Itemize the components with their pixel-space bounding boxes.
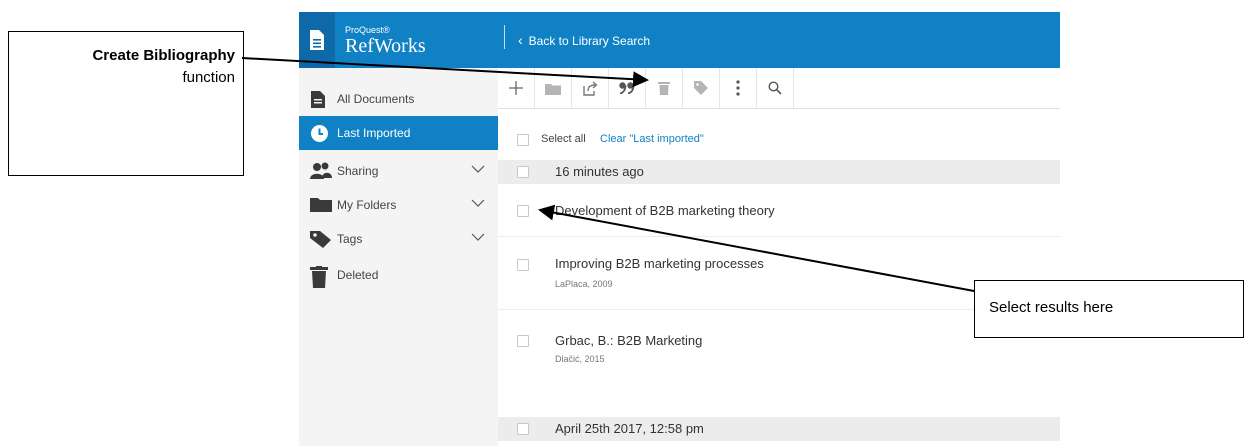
back-link-label: Back to Library Search <box>528 34 651 48</box>
annotation-bold-text: Create Bibliography <box>92 47 235 64</box>
sidebar: All Documents Last Imported Sharing My F… <box>299 68 498 446</box>
people-icon <box>310 162 332 179</box>
clock-icon <box>311 125 328 142</box>
group-checkbox[interactable] <box>517 166 529 178</box>
annotation-select-results: Select results here <box>974 280 1244 338</box>
reference-row[interactable]: Development of B2B marketing theory <box>498 184 1060 237</box>
quote-icon <box>619 82 635 94</box>
group-header-label: 16 minutes ago <box>555 164 644 179</box>
folder-button[interactable] <box>535 68 572 108</box>
sidebar-item-last-imported[interactable]: Last Imported <box>299 116 498 150</box>
sidebar-item-label: Sharing <box>337 164 379 178</box>
sidebar-item-label: All Documents <box>337 92 415 106</box>
chevron-down-icon[interactable] <box>471 230 485 244</box>
trash-icon <box>310 266 328 288</box>
trash-icon <box>658 82 670 95</box>
sidebar-item-sharing[interactable]: Sharing <box>299 154 498 188</box>
select-all-checkbox[interactable] <box>517 134 529 146</box>
select-all-label[interactable]: Select all <box>541 133 586 145</box>
reference-meta: LaPlaca, 2009 <box>555 279 613 289</box>
tag-button[interactable] <box>683 68 720 108</box>
group-header: 16 minutes ago <box>498 160 1060 184</box>
search-button[interactable] <box>757 68 794 108</box>
sidebar-item-label: Tags <box>337 232 363 246</box>
more-vertical-icon <box>736 80 740 96</box>
sidebar-item-deleted[interactable]: Deleted <box>299 258 498 292</box>
reference-meta: Dlačić, 2015 <box>555 354 605 364</box>
annotation-create-bibliography: Create Bibliography function <box>8 31 244 176</box>
brand-refworks: RefWorks <box>345 35 426 57</box>
annotation-select-results-text: Select results here <box>989 299 1114 316</box>
brand-proquest: ProQuest® <box>345 25 390 35</box>
sidebar-item-label: My Folders <box>337 198 397 212</box>
create-bibliography-button[interactable] <box>609 68 646 108</box>
chevron-down-icon[interactable] <box>471 196 485 210</box>
sidebar-item-my-folders[interactable]: My Folders <box>299 188 498 222</box>
reference-checkbox[interactable] <box>517 335 529 347</box>
add-icon <box>509 81 523 95</box>
document-icon <box>311 91 325 108</box>
sidebar-item-tags[interactable]: Tags <box>299 222 498 256</box>
tag-icon <box>310 231 331 248</box>
group-checkbox[interactable] <box>517 423 529 435</box>
folder-icon <box>545 83 561 95</box>
reference-checkbox[interactable] <box>517 259 529 271</box>
chevron-down-icon[interactable] <box>471 162 485 176</box>
more-options-button[interactable] <box>720 68 757 108</box>
share-icon <box>583 80 598 96</box>
refworks-window: ProQuest® RefWorks ‹ Back to Library Sear… <box>299 12 1060 446</box>
delete-button[interactable] <box>646 68 683 108</box>
back-to-library-search-link[interactable]: ‹ Back to Library Search <box>518 32 650 49</box>
select-bar: Select all Clear "Last imported" <box>498 124 1060 154</box>
toolbar <box>498 68 1060 109</box>
folder-icon <box>310 198 332 212</box>
tag-icon <box>694 81 708 95</box>
reference-title[interactable]: Grbac, B.: B2B Marketing <box>555 333 702 348</box>
group-header-label: April 25th 2017, 12:58 pm <box>555 421 704 436</box>
document-logo-icon <box>310 30 324 50</box>
group-header: April 25th 2017, 12:58 pm <box>498 417 1060 441</box>
reference-title[interactable]: Development of B2B marketing theory <box>555 203 775 218</box>
chevron-left-icon: ‹ <box>518 32 523 48</box>
topbar-divider <box>504 25 505 49</box>
reference-checkbox[interactable] <box>517 205 529 217</box>
sidebar-item-label: Last Imported <box>337 126 411 140</box>
logo-tile <box>299 12 335 68</box>
reference-title[interactable]: Improving B2B marketing processes <box>555 256 764 271</box>
share-button[interactable] <box>572 68 609 108</box>
annotation-normal-text: function <box>182 69 235 86</box>
top-bar: ProQuest® RefWorks ‹ Back to Library Sear… <box>299 12 1060 68</box>
sidebar-item-label: Deleted <box>337 268 379 282</box>
search-icon <box>768 81 782 95</box>
add-reference-button[interactable] <box>498 68 535 108</box>
sidebar-item-all-documents[interactable]: All Documents <box>299 82 498 116</box>
clear-last-imported-link[interactable]: Clear "Last imported" <box>600 133 704 145</box>
